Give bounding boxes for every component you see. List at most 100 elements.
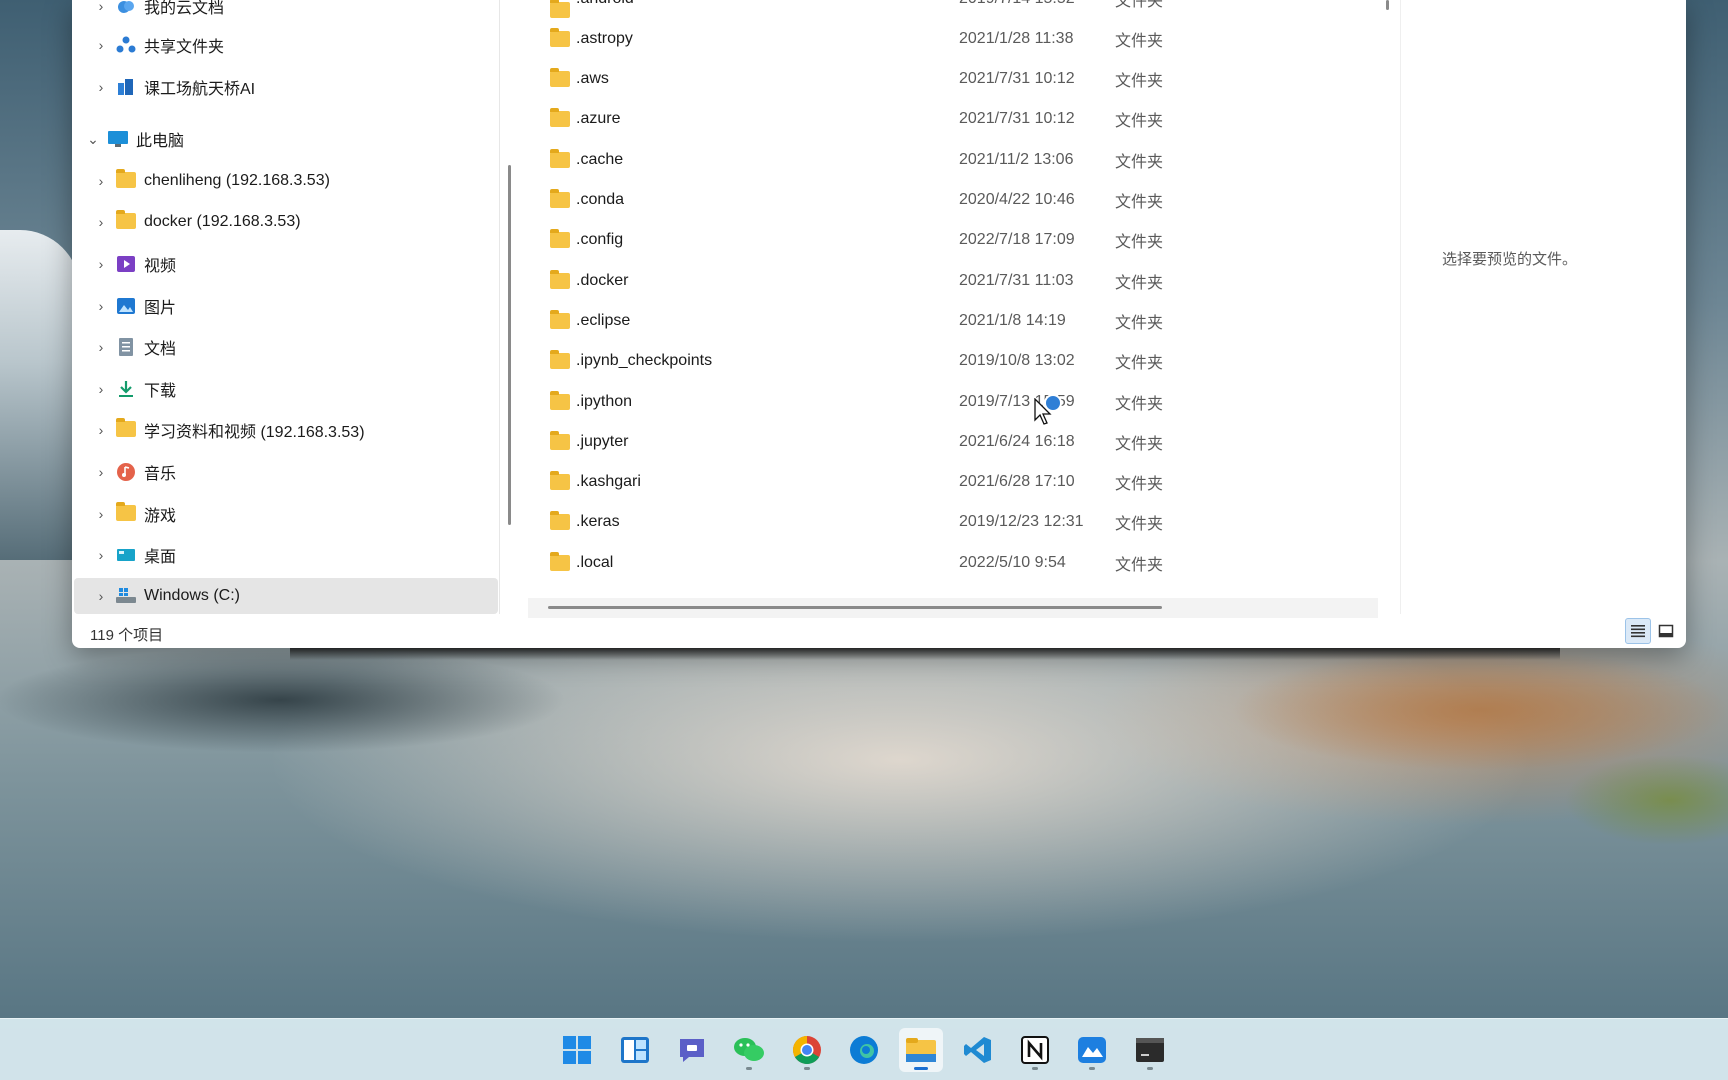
file-type: 文件夹	[1115, 396, 1164, 413]
notion-icon	[1021, 1036, 1049, 1064]
widgets-icon	[621, 1037, 649, 1063]
file-row[interactable]: .kashgari 2021/6/28 17:10 文件夹	[528, 464, 1348, 500]
folder-icon	[550, 350, 570, 369]
nav-item-downloads[interactable]: › 下载	[74, 371, 498, 407]
taskbar-chat-button[interactable]	[670, 1028, 714, 1072]
file-row[interactable]: .ipython 2019/7/13 15:59 文件夹	[528, 384, 1348, 420]
file-type: 文件夹	[1115, 33, 1164, 50]
file-row[interactable]: .config 2022/7/18 17:09 文件夹	[528, 222, 1348, 258]
file-date: 2022/7/18 17:09	[959, 231, 1075, 248]
taskbar-file-explorer-button[interactable]	[899, 1028, 943, 1072]
picture-icon	[116, 297, 136, 315]
file-row[interactable]: .aws 2021/7/31 10:12 文件夹	[528, 61, 1348, 97]
nav-item-pictures[interactable]: › 图片	[74, 288, 498, 324]
taskbar-wechat-button[interactable]	[727, 1028, 771, 1072]
file-type: 文件夹	[1115, 113, 1164, 130]
chevron-right-icon[interactable]: ›	[88, 79, 114, 95]
large-icons-view-button[interactable]	[1653, 618, 1679, 644]
chevron-right-icon[interactable]: ›	[88, 173, 114, 189]
nav-item-videos[interactable]: › 视频	[74, 246, 498, 282]
file-row[interactable]: .ipynb_checkpoints 2019/10/8 13:02 文件夹	[528, 343, 1348, 379]
chevron-right-icon[interactable]: ›	[88, 588, 114, 604]
file-row[interactable]: .android 2019/7/14 15:52 文件夹	[528, 0, 1348, 18]
chevron-right-icon[interactable]: ›	[88, 381, 114, 397]
folder-icon	[550, 471, 570, 490]
photos-icon	[1078, 1037, 1106, 1063]
nav-item-desktop[interactable]: › 桌面	[74, 537, 498, 573]
nav-item-shared-folder[interactable]: › 共享文件夹	[74, 27, 498, 63]
chevron-right-icon[interactable]: ›	[88, 547, 114, 563]
folder-icon	[116, 502, 136, 523]
chevron-right-icon[interactable]: ›	[88, 422, 114, 438]
chevron-right-icon[interactable]: ›	[88, 298, 114, 314]
taskbar-photos-button[interactable]	[1070, 1028, 1114, 1072]
computer-icon	[108, 130, 128, 148]
folder-icon	[550, 189, 570, 208]
nav-item-study-materials[interactable]: › 学习资料和视频 (192.168.3.53)	[74, 412, 498, 448]
file-row[interactable]: .cache 2021/11/2 13:06 文件夹	[528, 142, 1348, 178]
file-name: .jupyter	[576, 433, 629, 450]
taskbar-widgets-button[interactable]	[613, 1028, 657, 1072]
file-list-vertical-scrollbar[interactable]	[1386, 0, 1389, 10]
taskbar-start-button[interactable]	[555, 1028, 599, 1072]
file-row[interactable]: .jupyter 2021/6/24 16:18 文件夹	[528, 424, 1348, 460]
file-row[interactable]: .docker 2021/7/31 11:03 文件夹	[528, 263, 1348, 299]
chevron-right-icon[interactable]: ›	[88, 214, 114, 230]
file-row[interactable]: .eclipse 2021/1/8 14:19 文件夹	[528, 303, 1348, 339]
nav-item-this-pc[interactable]: ⌄ 此电脑	[74, 121, 498, 157]
download-icon	[116, 380, 136, 398]
status-item-count: 119 个项目	[90, 627, 164, 644]
navigation-pane[interactable]: › 我的云文档 › 共享文件夹 › 课工场航天桥AI ⌄ 此电脑 › chenl…	[72, 0, 500, 614]
chevron-right-icon[interactable]: ›	[88, 37, 114, 53]
nav-item-label: 桌面	[144, 549, 177, 566]
folder-icon	[550, 511, 570, 530]
chrome-icon	[793, 1036, 821, 1064]
nav-item-games[interactable]: › 游戏	[74, 496, 498, 532]
file-row[interactable]: .local 2022/5/10 9:54 文件夹	[528, 545, 1348, 581]
file-name: .config	[576, 231, 624, 248]
taskbar-chrome-button[interactable]	[785, 1028, 829, 1072]
nav-item-docker[interactable]: › docker (192.168.3.53)	[74, 204, 498, 240]
nav-item-label: 视频	[144, 258, 177, 275]
chevron-right-icon[interactable]: ›	[88, 256, 114, 272]
file-explorer-window: › 我的云文档 › 共享文件夹 › 课工场航天桥AI ⌄ 此电脑 › chenl…	[72, 0, 1686, 648]
nav-item-label: 下载	[144, 383, 177, 400]
folder-icon	[550, 149, 570, 168]
chevron-right-icon[interactable]: ›	[88, 0, 114, 14]
chevron-right-icon[interactable]: ›	[88, 464, 114, 480]
file-row[interactable]: .azure 2021/7/31 10:12 文件夹	[528, 101, 1348, 137]
wallpaper-shore	[0, 640, 700, 780]
file-row[interactable]: .conda 2020/4/22 10:46 文件夹	[528, 182, 1348, 218]
taskbar-edge-button[interactable]	[842, 1028, 886, 1072]
file-date: 2021/1/8 14:19	[959, 312, 1066, 329]
nav-scrollbar[interactable]	[508, 165, 511, 525]
nav-item-cloud-docs[interactable]: › 我的云文档	[74, 0, 498, 24]
file-type: 文件夹	[1115, 194, 1164, 211]
nav-item-windows-c[interactable]: › Windows (C:)	[74, 578, 498, 614]
taskbar-terminal-button[interactable]	[1128, 1028, 1172, 1072]
file-list[interactable]: .android 2019/7/14 15:52 文件夹 .astropy 20…	[528, 0, 1378, 614]
taskbar-notion-button[interactable]	[1013, 1028, 1057, 1072]
chevron-right-icon[interactable]: ›	[88, 506, 114, 522]
file-type: 文件夹	[1115, 275, 1164, 292]
document-icon	[116, 338, 136, 356]
file-name: .ipynb_checkpoints	[576, 352, 713, 369]
file-name: .ipython	[576, 393, 633, 410]
nav-item-chenliheng[interactable]: › chenliheng (192.168.3.53)	[74, 163, 498, 199]
chevron-right-icon[interactable]: ›	[88, 339, 114, 355]
shared-folder-icon	[116, 36, 136, 54]
nav-item-kegongchang[interactable]: › 课工场航天桥AI	[74, 69, 498, 105]
nav-item-label: 此电脑	[136, 133, 185, 150]
file-date: 2021/11/2 13:06	[959, 151, 1074, 168]
nav-item-music[interactable]: › 音乐	[74, 454, 498, 490]
file-row[interactable]: .astropy 2021/1/28 11:38 文件夹	[528, 21, 1348, 57]
preview-pane-divider[interactable]	[1400, 0, 1401, 614]
chevron-down-icon[interactable]: ⌄	[80, 131, 106, 148]
nav-item-documents[interactable]: › 文档	[74, 329, 498, 365]
nav-item-label: Windows (C:)	[144, 587, 241, 604]
file-row[interactable]: .keras 2019/12/23 12:31 文件夹	[528, 504, 1348, 540]
file-list-horizontal-scrollbar[interactable]	[548, 606, 1162, 609]
details-view-button[interactable]	[1625, 618, 1651, 644]
taskbar-vscode-button[interactable]	[956, 1028, 1000, 1072]
file-date: 2022/5/10 9:54	[959, 554, 1066, 571]
